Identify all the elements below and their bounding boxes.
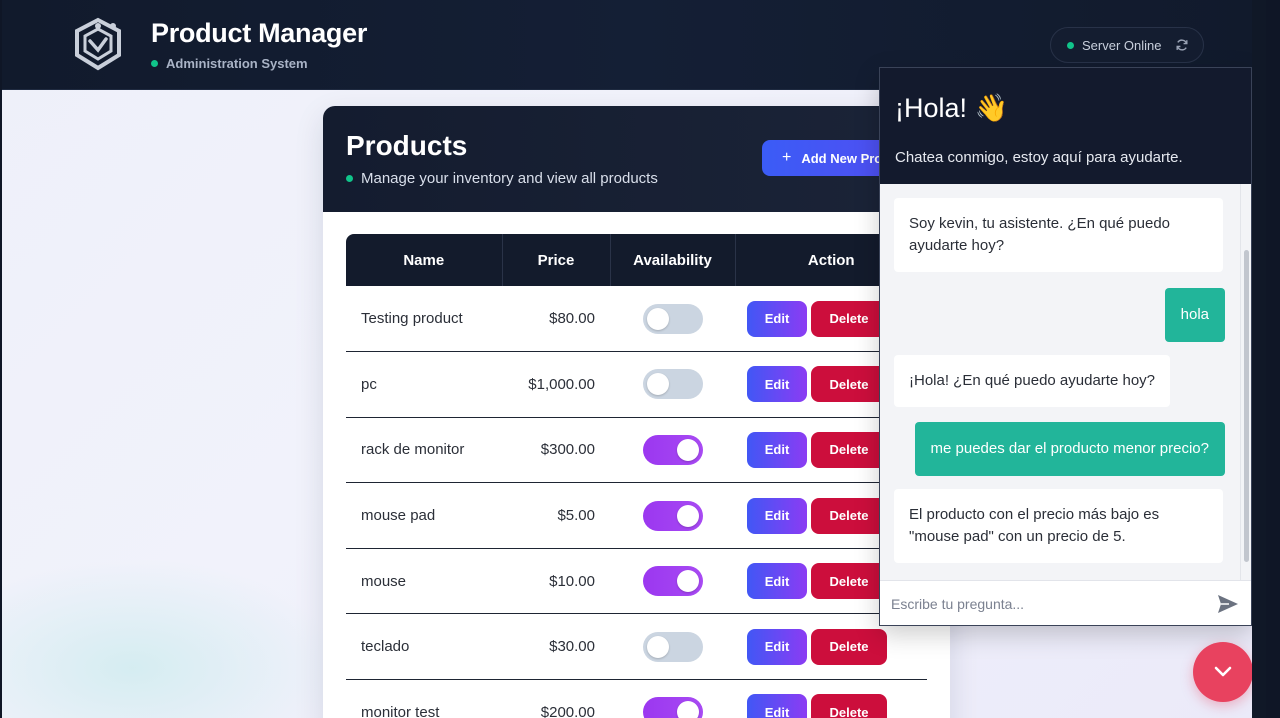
server-status-badge: Server Online (1050, 27, 1204, 63)
chat-title: ¡Hola! 👋 (895, 93, 1009, 123)
chat-scrollbar-thumb[interactable] (1244, 250, 1249, 562)
table-row: mouse $10.00 Edit Delete (346, 548, 927, 614)
availability-toggle[interactable] (642, 303, 703, 334)
app-window: Product Manager Administration System Se… (2, 0, 1266, 718)
product-price: $1,000.00 (528, 375, 595, 393)
delete-button[interactable]: Delete (811, 563, 887, 600)
chevron-down-icon (1214, 666, 1232, 677)
chat-subtitle: Chatea conmigo, estoy aquí para ayudarte… (895, 149, 1183, 166)
product-price: $5.00 (557, 507, 595, 525)
chat-messages: Soy kevin, tu asistente. ¿En qué puedo a… (880, 184, 1242, 580)
table-header-row: Name Price Availability Action (346, 234, 927, 286)
toggle-knob (646, 307, 669, 330)
availability-cell (610, 286, 735, 352)
edit-button[interactable]: Edit (747, 628, 807, 665)
toggle-knob (646, 635, 669, 658)
availability-cell (610, 548, 735, 614)
plus-icon: + (782, 149, 792, 166)
products-subtitle-dot (346, 175, 353, 182)
availability-cell (610, 680, 735, 718)
chat-panel: ¡Hola! 👋 Chatea conmigo, estoy aquí para… (879, 67, 1252, 626)
shield-logo-icon (75, 17, 121, 71)
product-price: $80.00 (549, 310, 595, 328)
products-title: Products (346, 130, 468, 161)
edit-button[interactable]: Edit (747, 431, 807, 468)
product-price: $200.00 (540, 703, 595, 718)
column-header-name: Name (346, 234, 503, 286)
chat-message-bot: Soy kevin, tu asistente. ¿En qué puedo a… (894, 198, 1223, 272)
availability-cell (610, 352, 735, 418)
refresh-icon[interactable] (1175, 38, 1189, 52)
delete-button[interactable]: Delete (811, 431, 887, 468)
delete-button[interactable]: Delete (811, 366, 887, 403)
table-row: teclado $30.00 Edit Delete (346, 614, 927, 680)
toggle-knob (676, 438, 699, 461)
product-name: monitor test (361, 703, 440, 718)
availability-cell (610, 614, 735, 680)
chat-message-user: hola (1164, 288, 1225, 342)
product-name: Testing product (361, 310, 463, 328)
chat-header: ¡Hola! 👋 Chatea conmigo, estoy aquí para… (880, 68, 1251, 184)
window-scrollbar[interactable] (1252, 0, 1266, 718)
product-name: pc (361, 375, 377, 393)
products-card: Products Manage your inventory and view … (323, 106, 950, 718)
edit-button[interactable]: Edit (747, 366, 807, 403)
column-header-price: Price (502, 234, 611, 286)
products-table: Name Price Availability Action Testing p… (346, 234, 927, 718)
edit-button[interactable]: Edit (747, 694, 807, 718)
chat-input-bar (880, 580, 1251, 625)
availability-toggle[interactable] (642, 566, 703, 597)
availability-cell (610, 417, 735, 483)
app-title: Product Manager (151, 18, 368, 48)
table-row: pc $1,000.00 Edit Delete (346, 352, 927, 418)
delete-button[interactable]: Delete (811, 497, 887, 534)
server-status-text: Server Online (1082, 37, 1162, 53)
action-cell: Edit Delete (735, 680, 927, 718)
app-subtitle: Administration System (151, 56, 308, 71)
edit-button[interactable]: Edit (747, 563, 807, 600)
table-row: monitor test $200.00 Edit Delete (346, 680, 927, 718)
product-price: $30.00 (549, 638, 595, 656)
products-subtitle-text: Manage your inventory and view all produ… (361, 170, 658, 187)
table-row: Testing product $80.00 Edit Delete (346, 286, 927, 352)
product-name: rack de monitor (361, 441, 465, 459)
chat-message-user: me puedes dar el producto menor precio? (914, 422, 1225, 476)
app-subtitle-text: Administration System (166, 56, 308, 71)
chat-message-bot: ¡Hola! ¿En qué puedo ayudarte hoy? (894, 355, 1170, 407)
availability-toggle[interactable] (642, 369, 703, 400)
availability-toggle[interactable] (642, 434, 703, 465)
availability-cell (610, 483, 735, 549)
availability-toggle[interactable] (642, 697, 703, 718)
table-row: rack de monitor $300.00 Edit Delete (346, 417, 927, 483)
status-dot (151, 60, 158, 67)
table-row: mouse pad $5.00 Edit Delete (346, 483, 927, 549)
product-name: mouse pad (361, 507, 436, 525)
toggle-knob (676, 504, 699, 527)
edit-button[interactable]: Edit (747, 497, 807, 534)
send-icon[interactable] (1217, 594, 1239, 614)
server-status-dot (1067, 41, 1074, 49)
products-card-header: Products Manage your inventory and view … (323, 106, 950, 212)
availability-toggle[interactable] (642, 631, 703, 662)
product-price: $300.00 (540, 441, 595, 459)
delete-button[interactable]: Delete (811, 300, 887, 337)
toggle-knob (676, 570, 699, 593)
delete-button[interactable]: Delete (811, 694, 887, 718)
toggle-knob (646, 373, 669, 396)
toggle-knob (676, 701, 699, 718)
product-price: $10.00 (549, 572, 595, 590)
product-name: teclado (361, 638, 410, 656)
product-name: mouse (361, 572, 407, 590)
column-header-availability: Availability (610, 234, 736, 286)
products-subtitle: Manage your inventory and view all produ… (346, 170, 658, 187)
chat-scrollbar[interactable] (1240, 184, 1251, 580)
chat-input[interactable] (891, 593, 1201, 615)
availability-toggle[interactable] (642, 500, 703, 531)
edit-button[interactable]: Edit (747, 300, 807, 337)
delete-button[interactable]: Delete (811, 628, 887, 665)
chat-toggle-button[interactable] (1193, 642, 1253, 702)
chat-message-bot: El producto con el precio más bajo es "m… (894, 489, 1223, 563)
